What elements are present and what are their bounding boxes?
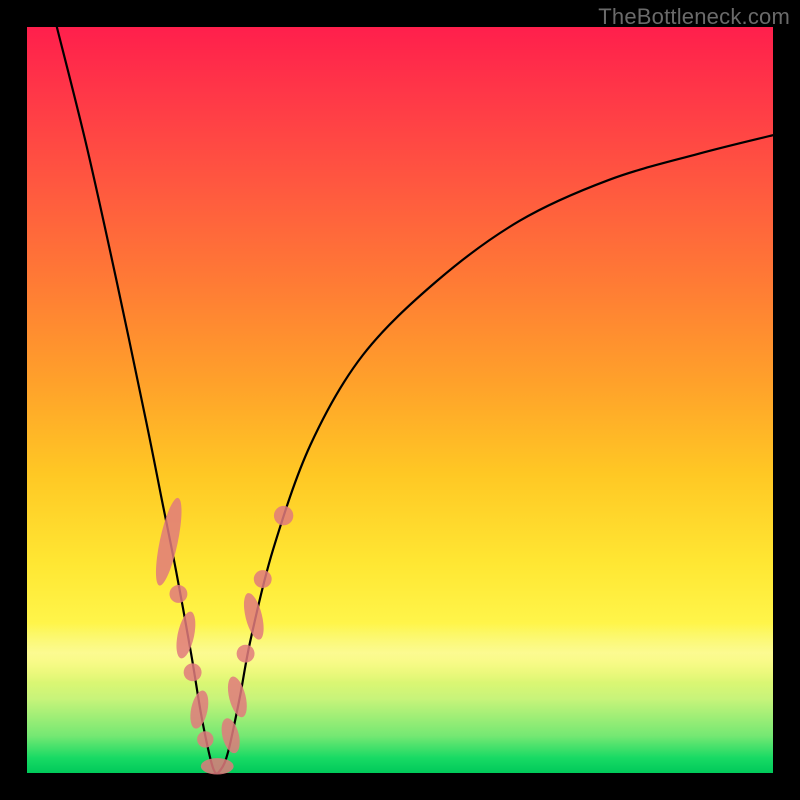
- data-point-markers: [151, 496, 294, 774]
- watermark-label: TheBottleneck.com: [598, 4, 790, 30]
- bottleneck-curve: [57, 27, 773, 774]
- bottom-blob: [201, 758, 234, 774]
- left-blob-mid2: [173, 610, 199, 660]
- right-blob-mid2: [240, 591, 267, 641]
- left-blob-mid3: [184, 663, 202, 681]
- right-blob-low1: [218, 716, 243, 755]
- chart-frame: TheBottleneck.com: [0, 0, 800, 800]
- right-blob-low2: [224, 675, 250, 720]
- right-blob-mid1: [237, 645, 255, 663]
- left-blob-low1: [187, 689, 211, 730]
- left-blob-mid1: [169, 585, 187, 603]
- right-blob-upper: [274, 506, 293, 525]
- right-blob-mid3: [254, 570, 272, 588]
- left-blob-upper: [151, 496, 187, 587]
- chart-svg: [27, 27, 773, 773]
- left-blob-low2: [197, 731, 213, 747]
- plot-area: [27, 27, 773, 773]
